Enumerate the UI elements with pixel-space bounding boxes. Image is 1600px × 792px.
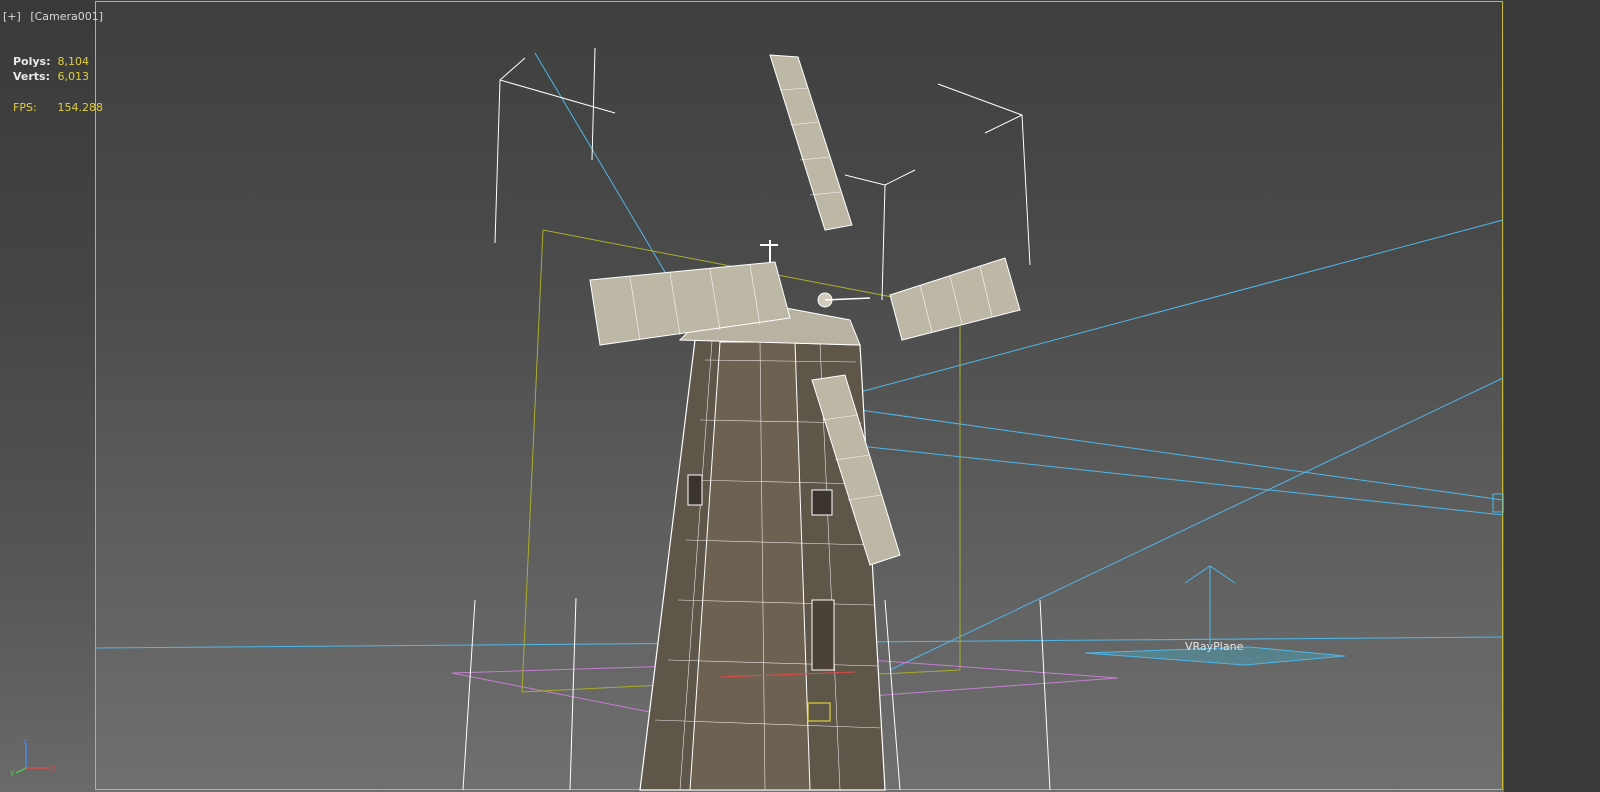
- windmill-model: [589, 54, 1021, 791]
- polys-row: Polys: 8,104: [13, 54, 89, 69]
- viewport-menu-button[interactable]: [+]: [3, 10, 21, 23]
- axis-tripod-icon: z x y: [10, 737, 57, 776]
- scene-canvas[interactable]: [0, 0, 1600, 792]
- fps-value: 154.288: [57, 101, 104, 114]
- polys-label: Polys:: [13, 55, 51, 68]
- polys-value: 8,104: [57, 55, 90, 68]
- verts-label: Verts:: [13, 70, 51, 83]
- fps-row: FPS: 154.288: [13, 101, 103, 114]
- verts-value: 6,013: [57, 70, 90, 83]
- vray-plane-label[interactable]: VRayPlane: [1185, 640, 1243, 653]
- sail-top: [769, 54, 853, 231]
- verts-row: Verts: 6,013: [13, 69, 89, 84]
- viewport[interactable]: [+] [Camera001] Polys: 8,104 Verts: 6,01…: [0, 0, 1600, 792]
- axis-y-label: y: [10, 768, 15, 776]
- viewport-label: [+] [Camera001]: [3, 10, 109, 23]
- axis-x-label: x: [51, 764, 57, 774]
- camera-name-button[interactable]: [Camera001]: [30, 10, 103, 23]
- sail-right: [889, 257, 1021, 341]
- fps-label: FPS:: [13, 101, 37, 114]
- scene-statistics: Polys: 8,104 Verts: 6,013: [13, 54, 89, 84]
- axis-z-label: z: [23, 737, 28, 747]
